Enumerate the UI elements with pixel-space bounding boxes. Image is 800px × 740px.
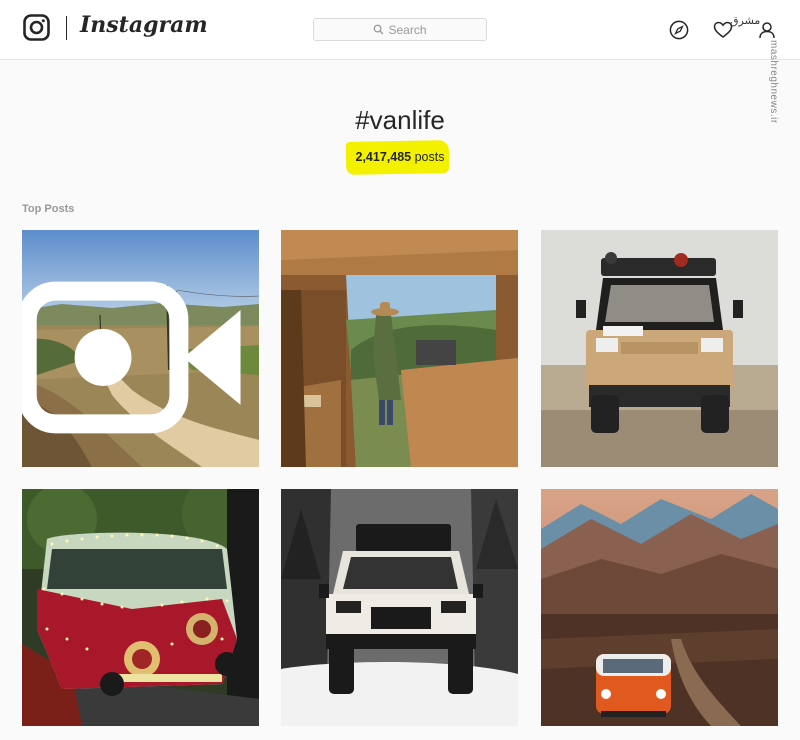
- top-navbar: Instagram Search مشرق: [0, 0, 800, 60]
- post-thumbnail-2[interactable]: [281, 230, 518, 467]
- post-thumbnail-4[interactable]: [22, 489, 259, 726]
- explore-compass-icon[interactable]: [669, 20, 689, 40]
- post-count: 2,417,485 posts: [0, 150, 800, 164]
- watermark-logo: مشرق: [730, 14, 761, 27]
- post-thumbnail-6[interactable]: [541, 489, 778, 726]
- post-image-van-interior: [281, 230, 518, 467]
- top-posts-label: Top Posts: [22, 203, 75, 215]
- post-count-suffix: posts: [414, 150, 445, 164]
- hashtag-title: #vanlife: [355, 105, 445, 135]
- search-placeholder: Search: [388, 22, 427, 37]
- search-icon: [374, 24, 384, 35]
- post-thumbnail-3[interactable]: [541, 230, 778, 467]
- post-image-christmas-bus: [22, 489, 259, 726]
- post-image-vw-camper-desert: [541, 230, 778, 467]
- post-thumbnail-1[interactable]: [22, 230, 259, 467]
- post-count-number: 2,417,485: [355, 150, 412, 164]
- post-image-truck-snow: [281, 489, 518, 726]
- post-thumbnail-5[interactable]: [281, 489, 518, 726]
- logo-divider: [66, 16, 67, 40]
- post-image-orange-vw-mountains: [541, 489, 778, 726]
- instagram-camera-icon[interactable]: [23, 14, 50, 41]
- search-input[interactable]: Search: [313, 18, 487, 41]
- video-camera-icon: [22, 281, 241, 434]
- instagram-wordmark[interactable]: Instagram: [80, 12, 208, 38]
